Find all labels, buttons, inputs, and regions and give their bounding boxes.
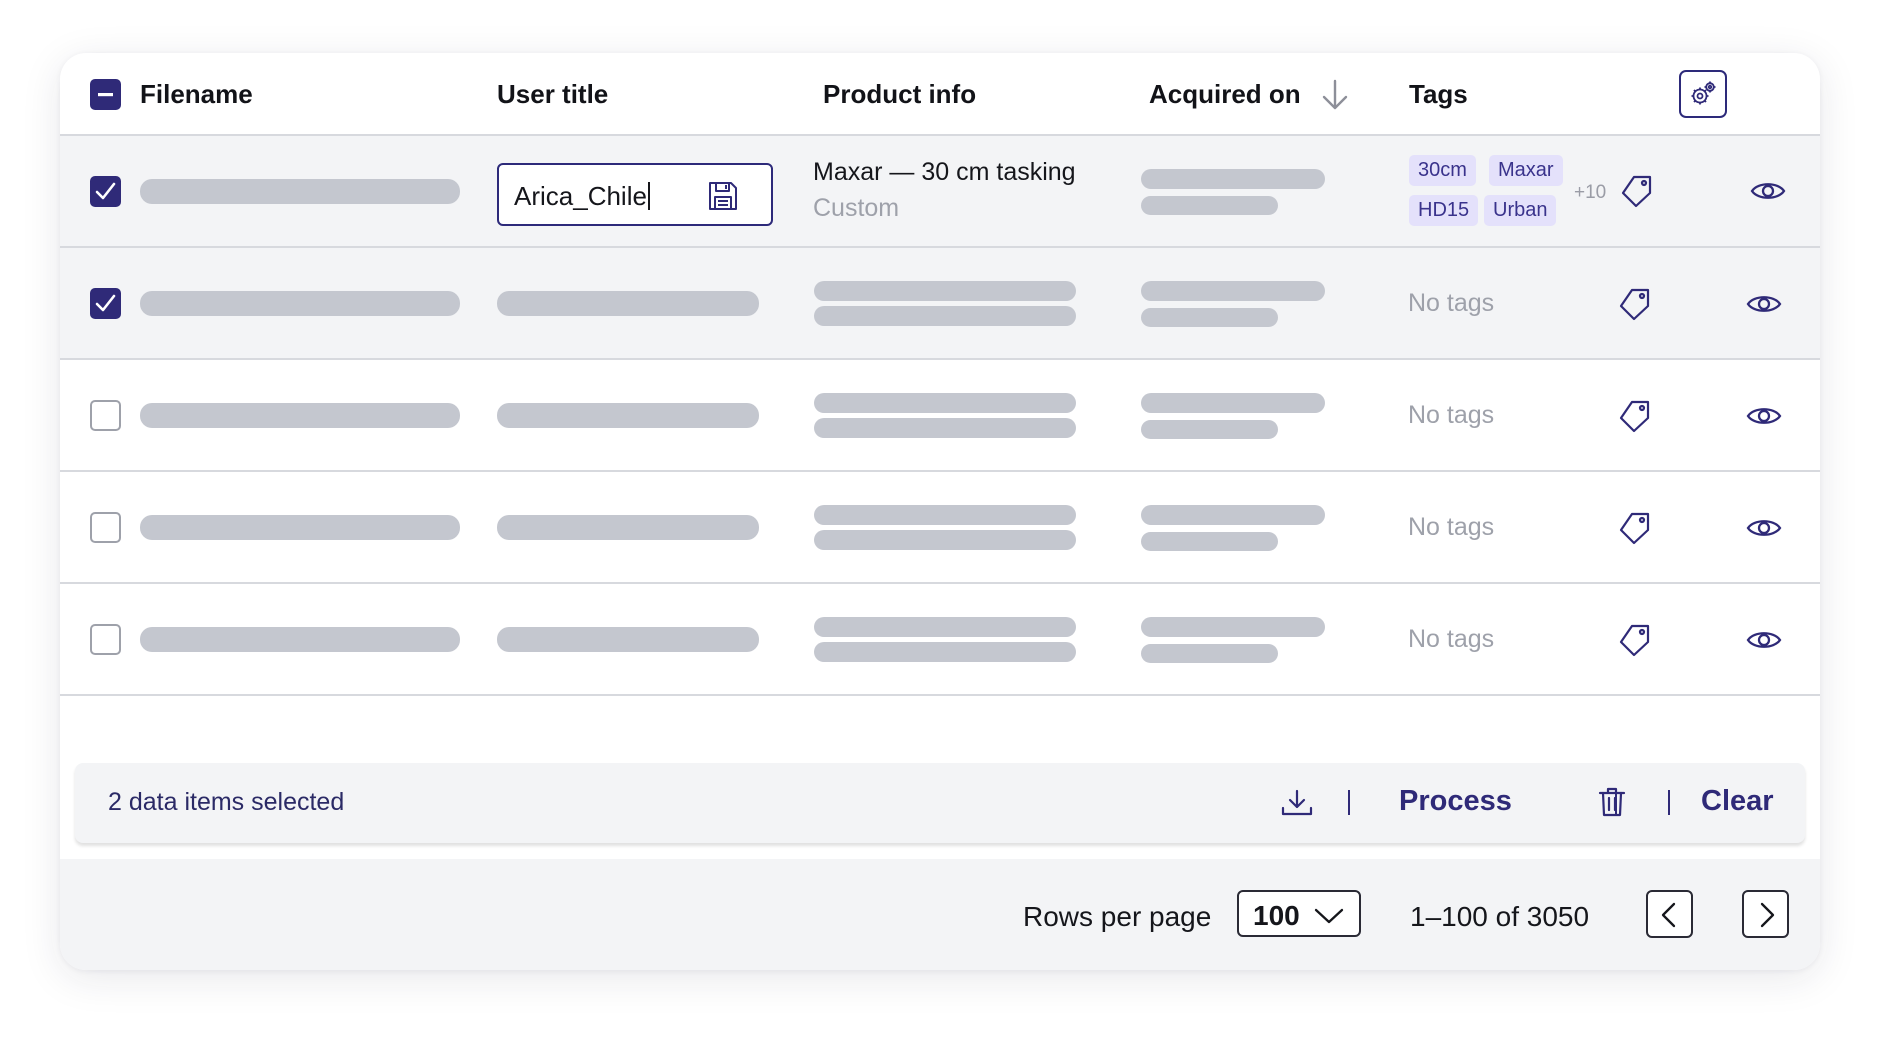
no-tags-text: No tags xyxy=(1408,625,1495,653)
view-eye-icon[interactable] xyxy=(1750,173,1786,209)
view-eye-icon[interactable] xyxy=(1746,510,1782,546)
sort-descending-icon[interactable] xyxy=(1318,78,1352,112)
selection-action-bar: 2 data items selected Process Clear xyxy=(75,763,1805,843)
product-skeleton xyxy=(814,642,1076,662)
user-title-skeleton xyxy=(497,627,759,652)
rows-per-page-value: 100 xyxy=(1253,900,1300,931)
table-row[interactable]: No tags xyxy=(60,584,1820,696)
row-checkbox[interactable] xyxy=(90,624,121,655)
edit-tags-icon[interactable] xyxy=(1618,510,1654,546)
gears-icon xyxy=(1691,81,1716,105)
selection-count-text: 2 data items selected xyxy=(108,788,345,816)
product-skeleton xyxy=(814,393,1076,413)
tag-chip[interactable]: Maxar xyxy=(1489,155,1563,186)
table-row[interactable]: No tags xyxy=(60,472,1820,584)
user-title-value: Arica_Chile xyxy=(514,181,647,211)
column-settings-button[interactable] xyxy=(1679,70,1727,118)
edit-tags-icon[interactable] xyxy=(1620,173,1656,209)
row-checkbox[interactable] xyxy=(90,176,121,207)
edit-tags-icon[interactable] xyxy=(1618,622,1654,658)
row-checkbox[interactable] xyxy=(90,512,121,543)
filename-skeleton xyxy=(140,179,460,204)
row-checkbox[interactable] xyxy=(90,288,121,319)
text-caret xyxy=(647,182,650,210)
data-table-card: Filename User title Product info Acquire… xyxy=(60,53,1820,970)
filename-skeleton xyxy=(140,627,460,652)
tag-chip[interactable]: Urban xyxy=(1484,195,1557,226)
no-tags-text: No tags xyxy=(1408,401,1495,429)
pagination-range-text: 1–100 of 3050 xyxy=(1410,901,1590,932)
pagination-footer: Rows per page 100 1–100 of 3050 xyxy=(60,859,1820,970)
acquired-date-skeleton xyxy=(1141,393,1325,413)
user-title-skeleton xyxy=(497,403,759,428)
chevron-left-icon xyxy=(1661,902,1676,928)
filename-skeleton xyxy=(140,403,460,428)
no-tags-text: No tags xyxy=(1408,513,1495,541)
product-skeleton xyxy=(814,418,1076,438)
download-icon[interactable] xyxy=(1280,786,1314,820)
table-row[interactable]: No tags xyxy=(60,360,1820,472)
previous-page-button[interactable] xyxy=(1646,890,1693,938)
acquired-time-skeleton xyxy=(1141,532,1278,551)
column-header-user-title[interactable]: User title xyxy=(497,53,608,136)
acquired-time-skeleton xyxy=(1141,196,1278,215)
row-checkbox[interactable] xyxy=(90,400,121,431)
column-header-acquired-on[interactable]: Acquired on xyxy=(1149,53,1301,136)
user-title-input[interactable]: Arica_Chile xyxy=(497,163,773,226)
acquired-time-skeleton xyxy=(1141,420,1278,439)
table-row[interactable]: No tags xyxy=(60,248,1820,360)
product-skeleton xyxy=(814,505,1076,525)
product-skeleton xyxy=(814,530,1076,550)
chevron-right-icon xyxy=(1760,902,1775,928)
acquired-time-skeleton xyxy=(1141,644,1278,663)
rows-per-page-label: Rows per page xyxy=(1023,901,1212,932)
chevron-down-icon xyxy=(1314,908,1344,924)
acquired-time-skeleton xyxy=(1141,308,1278,327)
select-all-checkbox[interactable] xyxy=(90,79,121,110)
no-tags-text: No tags xyxy=(1408,289,1495,317)
tag-chip[interactable]: HD15 xyxy=(1409,195,1479,226)
filename-skeleton xyxy=(140,515,460,540)
divider xyxy=(1348,790,1350,815)
column-header-filename[interactable]: Filename xyxy=(140,53,253,136)
product-skeleton xyxy=(814,306,1076,326)
rows-per-page-select[interactable]: 100 xyxy=(1237,890,1361,937)
process-button[interactable]: Process xyxy=(1399,785,1512,818)
acquired-date-skeleton xyxy=(1141,505,1325,525)
next-page-button[interactable] xyxy=(1742,890,1789,938)
product-skeleton xyxy=(814,281,1076,301)
product-skeleton xyxy=(814,617,1076,637)
more-tags-count[interactable]: +10 xyxy=(1574,182,1606,204)
clear-selection-button[interactable]: Clear xyxy=(1701,785,1774,818)
view-eye-icon[interactable] xyxy=(1746,286,1782,322)
user-title-skeleton xyxy=(497,515,759,540)
acquired-date-skeleton xyxy=(1141,617,1325,637)
view-eye-icon[interactable] xyxy=(1746,622,1782,658)
column-header-product-info[interactable]: Product info xyxy=(823,53,976,136)
filename-skeleton xyxy=(140,291,460,316)
edit-tags-icon[interactable] xyxy=(1618,398,1654,434)
acquired-date-skeleton xyxy=(1141,281,1325,301)
divider xyxy=(1668,790,1670,815)
table-header: Filename User title Product info Acquire… xyxy=(60,53,1820,136)
edit-tags-icon[interactable] xyxy=(1618,286,1654,322)
save-icon[interactable] xyxy=(707,180,739,212)
product-type: Custom xyxy=(813,194,900,222)
user-title-skeleton xyxy=(497,291,759,316)
trash-icon[interactable] xyxy=(1595,785,1629,819)
table-row[interactable]: Arica_Chile Maxar — 30 cm tasking Custom… xyxy=(60,136,1820,248)
product-name: Maxar — 30 cm tasking xyxy=(813,158,1076,186)
tag-chip[interactable]: 30cm xyxy=(1409,155,1476,186)
column-header-tags[interactable]: Tags xyxy=(1409,53,1468,136)
view-eye-icon[interactable] xyxy=(1746,398,1782,434)
acquired-date-skeleton xyxy=(1141,169,1325,189)
